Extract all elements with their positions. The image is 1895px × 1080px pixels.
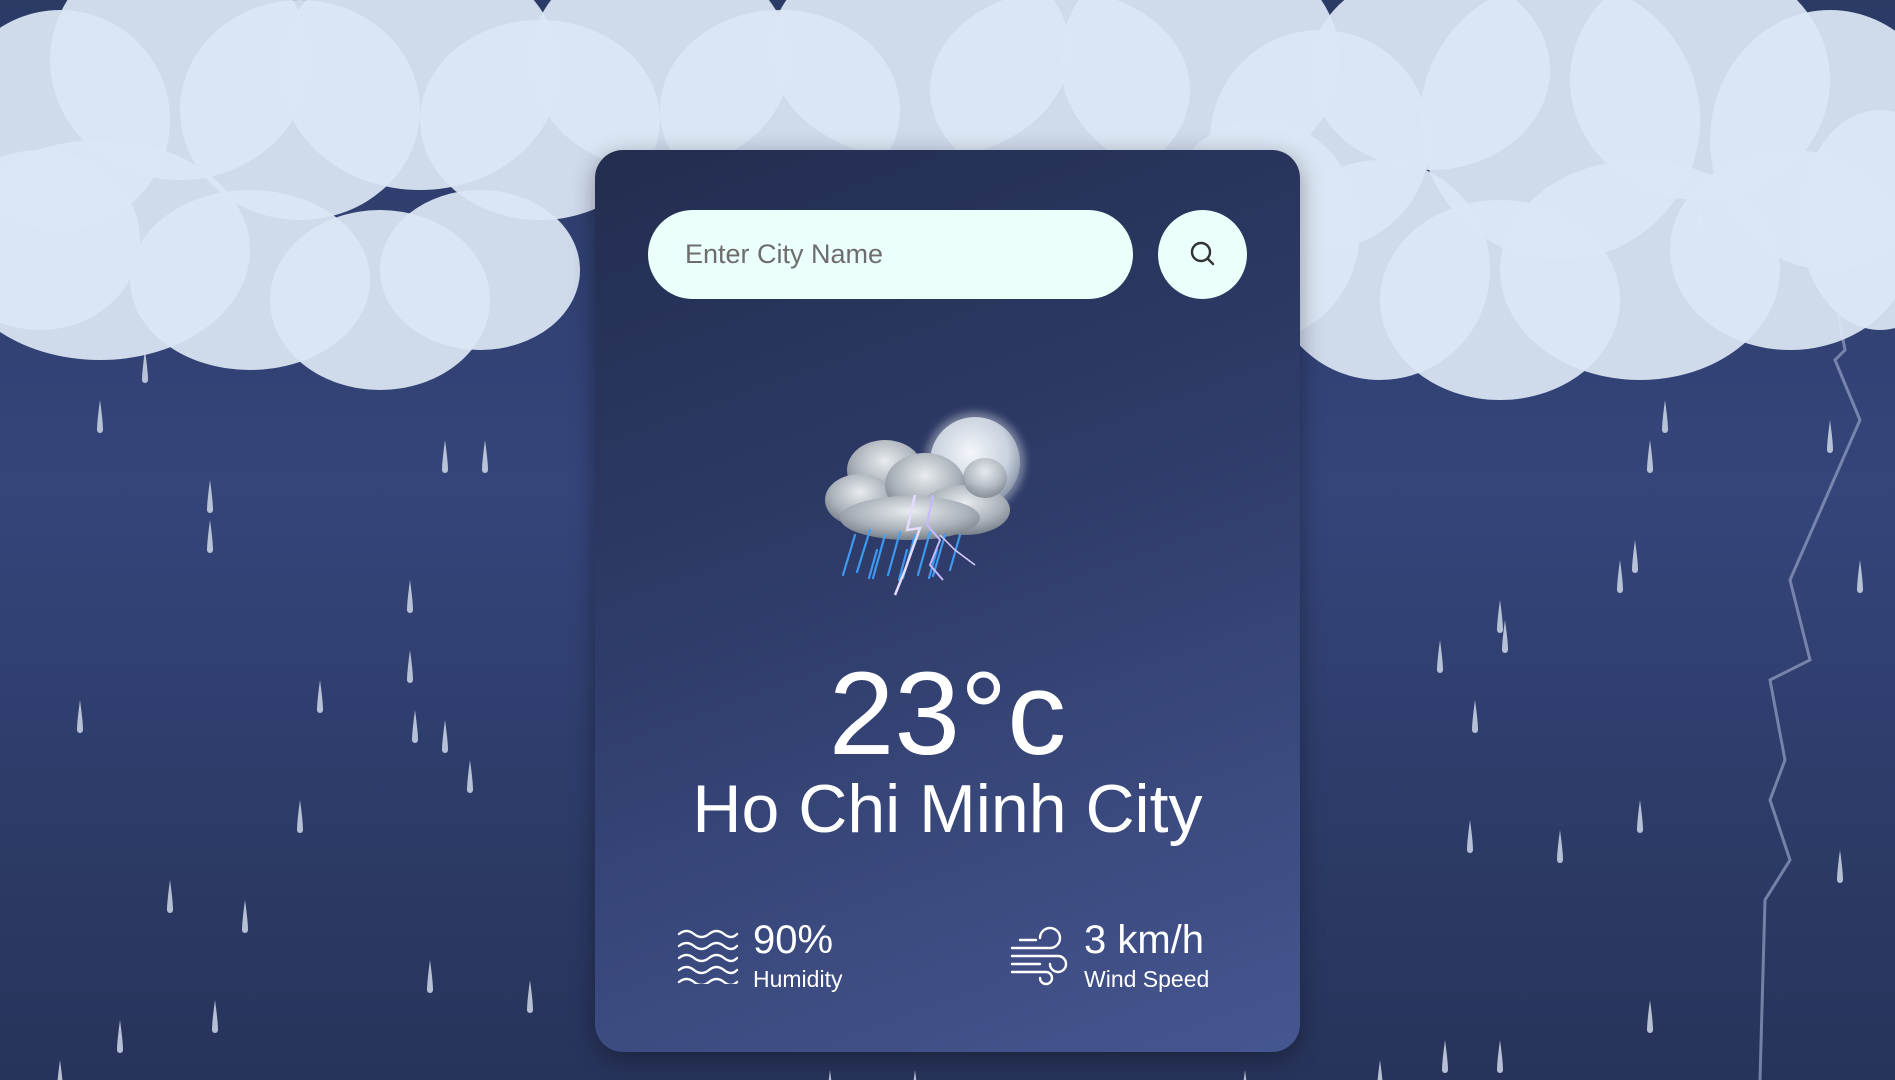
city-name: Ho Chi Minh City bbox=[692, 771, 1203, 847]
wind-speed-label: Wind Speed bbox=[1084, 966, 1210, 992]
search-icon bbox=[1190, 241, 1214, 265]
humidity-label: Humidity bbox=[753, 966, 843, 992]
wind-icon bbox=[1010, 926, 1068, 985]
city-search-input[interactable] bbox=[648, 210, 1133, 299]
wind-block: 3 km/h Wind Speed bbox=[1010, 920, 1209, 991]
temperature-value: 23°c bbox=[828, 648, 1067, 780]
search-button[interactable] bbox=[1158, 210, 1247, 299]
humidity-value: 90% bbox=[753, 918, 834, 962]
humidity-waves-icon bbox=[677, 929, 739, 984]
humidity-block: 90% Humidity bbox=[677, 920, 842, 991]
wind-speed-value: 3 km/h bbox=[1084, 918, 1205, 962]
thunderstorm-night-icon bbox=[825, 412, 1025, 596]
lightning-bolt-background bbox=[1758, 269, 1862, 1080]
weather-card: 23°c Ho Chi Minh City 90% Humidity bbox=[595, 150, 1300, 1052]
